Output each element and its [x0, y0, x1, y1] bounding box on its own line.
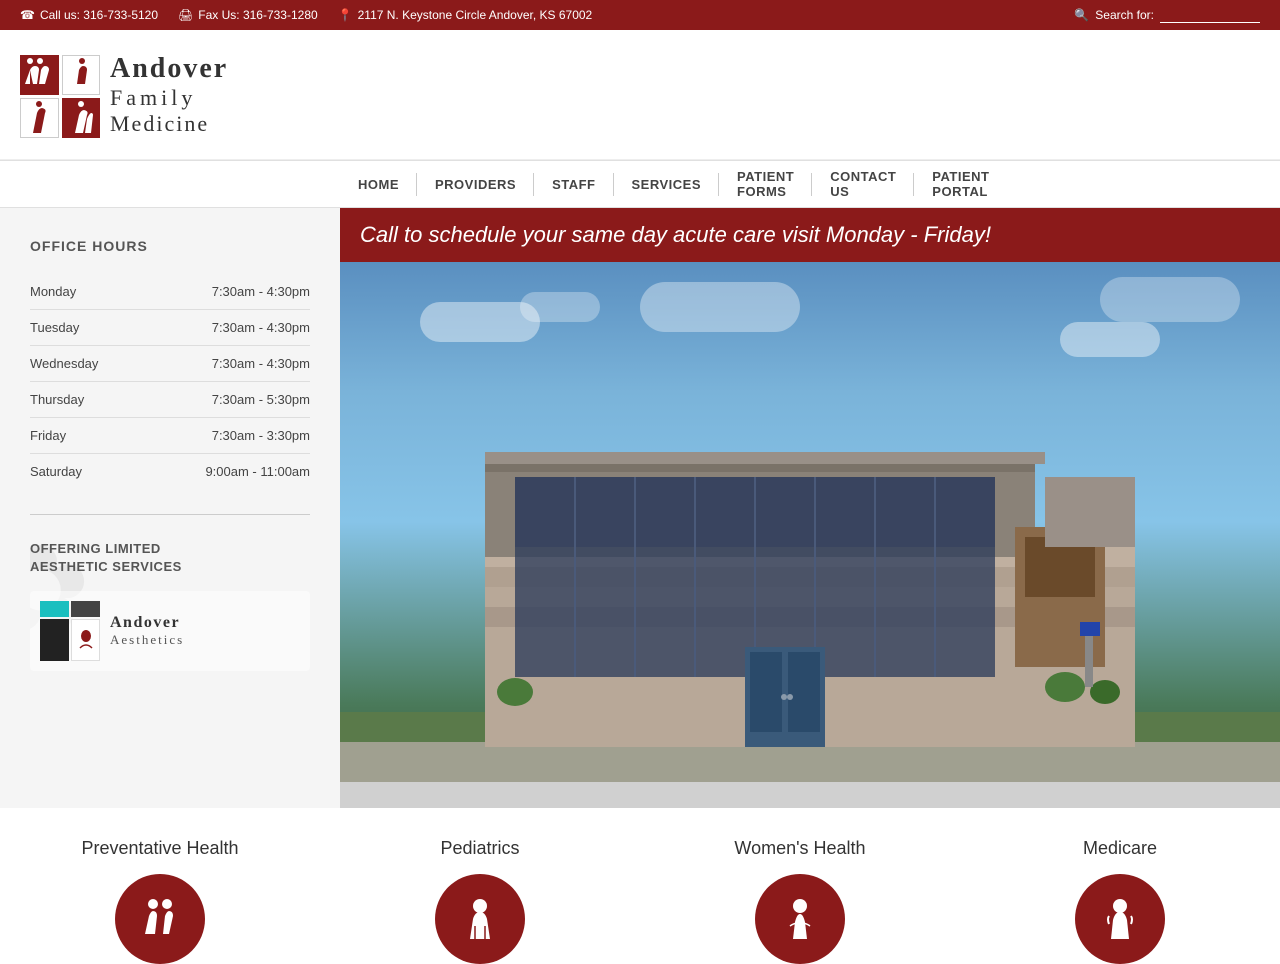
- aesthetics-logo: Andover Aesthetics: [30, 591, 310, 671]
- service-icon-preventative: [115, 874, 205, 964]
- nav-patient-portal[interactable]: PATIENT PORTAL: [914, 161, 1007, 207]
- cloud-2: [520, 292, 600, 322]
- aesthetic-line1: OFFERING LIMITED: [30, 540, 310, 558]
- hero-image: [340, 262, 1280, 782]
- logo-area: Andover Family Medicine: [20, 53, 228, 137]
- service-icon-medicare: [1075, 874, 1165, 964]
- logo-medicine: Medicine: [110, 111, 228, 137]
- nav-services[interactable]: SERVICES: [614, 161, 720, 207]
- aesthetic-title: OFFERING LIMITED AESTHETIC SERVICES: [30, 540, 310, 576]
- service-icon-womens: [755, 874, 845, 964]
- service-pediatrics: Pediatrics: [320, 838, 640, 964]
- aesthetics-text: Andover Aesthetics: [110, 614, 184, 648]
- hours-table: Monday7:30am - 4:30pmTuesday7:30am - 4:3…: [30, 274, 310, 489]
- logo-cell-3: [20, 98, 59, 138]
- search-label: Search for:: [1095, 8, 1154, 22]
- logo-cell-1: [20, 55, 59, 95]
- hours-row: Thursday7:30am - 5:30pm: [30, 382, 310, 418]
- contact-info: ☎ Call us: 316-733-5120 🖨 Fax Us: 316-73…: [20, 8, 592, 22]
- search-input[interactable]: [1160, 8, 1260, 23]
- services-strip: Preventative Health Pediatrics Women's H…: [0, 808, 1280, 964]
- aesthetics-icon-grid: [40, 601, 100, 661]
- hours-row: Monday7:30am - 4:30pm: [30, 274, 310, 310]
- call-label: Call us: 316-733-5120: [40, 8, 158, 22]
- sidebar-bottom: ✿ OFFERING LIMITED AESTHETIC SERVICES: [30, 540, 310, 720]
- ae-cell-tl: [40, 601, 69, 617]
- fax-info: 🖨 Fax Us: 316-733-1280: [178, 8, 318, 22]
- cloud-4: [1060, 322, 1160, 357]
- sidebar-bottom-content: OFFERING LIMITED AESTHETIC SERVICES: [30, 540, 310, 671]
- search-icon: 🔍: [1074, 8, 1089, 22]
- ae-cell-bl: [40, 619, 69, 661]
- logo-icon-grid: [20, 55, 100, 135]
- nav-home[interactable]: HOME: [340, 161, 417, 207]
- pin-icon: 📍: [338, 8, 353, 22]
- hero-banner: Call to schedule your same day acute car…: [340, 208, 1280, 262]
- search-area: 🔍 Search for:: [1074, 8, 1260, 23]
- hours-day: Monday: [30, 274, 141, 310]
- hours-day: Thursday: [30, 382, 141, 418]
- fax-icon: 🖨: [178, 8, 193, 22]
- hours-time: 7:30am - 4:30pm: [141, 346, 310, 382]
- phone-info: ☎ Call us: 316-733-5120: [20, 8, 158, 22]
- nav-patient-forms[interactable]: PATIENT FORMS: [719, 161, 812, 207]
- service-icon-pediatrics: [435, 874, 525, 964]
- aesthetic-line2: AESTHETIC SERVICES: [30, 558, 310, 576]
- service-title-medicare: Medicare: [1083, 838, 1157, 859]
- hours-time: 7:30am - 5:30pm: [141, 382, 310, 418]
- logo-text: Andover Family Medicine: [110, 53, 228, 137]
- cloud-5: [1100, 277, 1240, 322]
- aesthetics-name1: Andover: [110, 614, 184, 632]
- fax-label: Fax Us: 316-733-1280: [198, 8, 317, 22]
- main-layout: OFFICE HOURS Monday7:30am - 4:30pmTuesda…: [0, 208, 1280, 808]
- hours-day: Tuesday: [30, 310, 141, 346]
- hours-row: Saturday9:00am - 11:00am: [30, 454, 310, 490]
- hours-day: Wednesday: [30, 346, 141, 382]
- hours-row: Wednesday7:30am - 4:30pm: [30, 346, 310, 382]
- logo-cell-4: [62, 98, 101, 138]
- pavement: [340, 742, 1280, 782]
- service-title-womens: Women's Health: [734, 838, 865, 859]
- hero-area: Call to schedule your same day acute car…: [340, 208, 1280, 808]
- hours-day: Saturday: [30, 454, 141, 490]
- nav-providers[interactable]: PROVIDERS: [417, 161, 534, 207]
- sidebar-divider: [30, 514, 310, 515]
- logo-family: Family: [110, 85, 228, 111]
- logo-andover: Andover: [110, 53, 228, 85]
- nav-staff[interactable]: STAFF: [534, 161, 613, 207]
- ae-cell-tr: [71, 601, 100, 617]
- hours-time: 7:30am - 3:30pm: [141, 418, 310, 454]
- building-svg: [485, 447, 1135, 747]
- sidebar: OFFICE HOURS Monday7:30am - 4:30pmTuesda…: [0, 208, 340, 808]
- hero-banner-text: Call to schedule your same day acute car…: [360, 222, 1260, 248]
- service-title-preventative: Preventative Health: [81, 838, 238, 859]
- nav-contact-us[interactable]: CONTACT US: [812, 161, 914, 207]
- hours-row: Tuesday7:30am - 4:30pm: [30, 310, 310, 346]
- hours-time: 7:30am - 4:30pm: [141, 274, 310, 310]
- office-hours-title: OFFICE HOURS: [30, 238, 310, 254]
- service-title-pediatrics: Pediatrics: [440, 838, 519, 859]
- hours-row: Friday7:30am - 3:30pm: [30, 418, 310, 454]
- ae-cell-br: [71, 619, 100, 661]
- service-medicare: Medicare: [960, 838, 1280, 964]
- cloud-3: [640, 282, 800, 332]
- header: Andover Family Medicine: [0, 30, 1280, 160]
- hours-time: 7:30am - 4:30pm: [141, 310, 310, 346]
- hours-day: Friday: [30, 418, 141, 454]
- service-preventative-health: Preventative Health: [0, 838, 320, 964]
- top-bar: ☎ Call us: 316-733-5120 🖨 Fax Us: 316-73…: [0, 0, 1280, 30]
- main-nav: HOME PROVIDERS STAFF SERVICES PATIENT FO…: [0, 160, 1280, 208]
- phone-icon: ☎: [20, 8, 35, 22]
- logo-cell-2: [62, 55, 101, 95]
- aesthetics-name2: Aesthetics: [110, 632, 184, 648]
- address-text: 2117 N. Keystone Circle Andover, KS 6700…: [358, 8, 593, 22]
- service-womens-health: Women's Health: [640, 838, 960, 964]
- address-info: 📍 2117 N. Keystone Circle Andover, KS 67…: [338, 8, 593, 22]
- hours-time: 9:00am - 11:00am: [141, 454, 310, 490]
